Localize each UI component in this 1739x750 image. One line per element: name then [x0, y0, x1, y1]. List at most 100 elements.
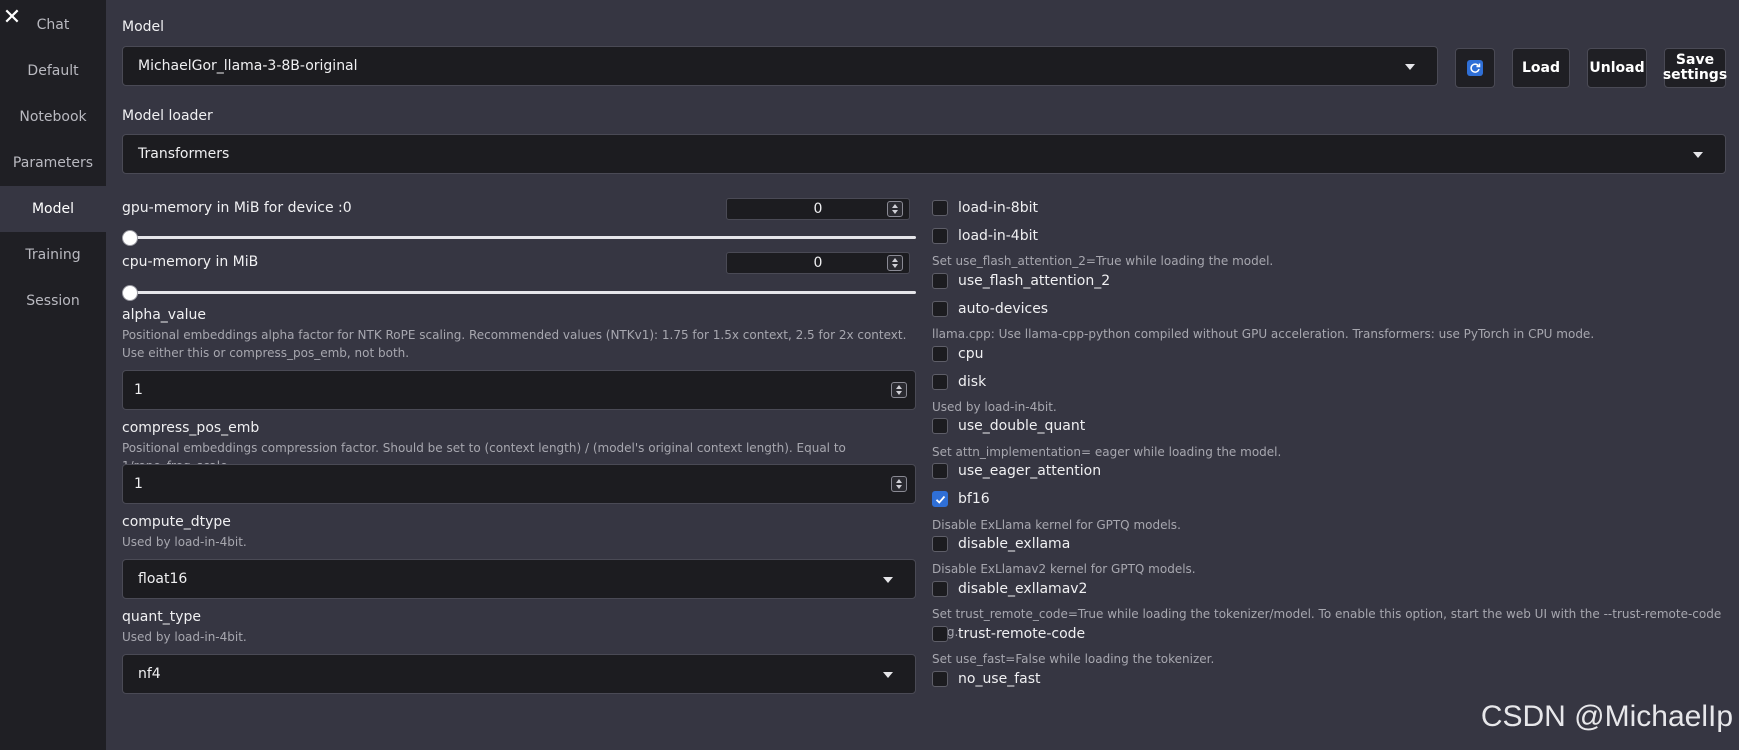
gpu-memory-slider-track[interactable] [122, 236, 916, 239]
checkbox-box[interactable] [932, 200, 948, 216]
quant-type-value: nf4 [138, 666, 161, 682]
bf16-checkbox[interactable]: bf16 [932, 490, 990, 508]
alpha-value-label: alpha_value [122, 307, 207, 323]
flash-attention-info: Set use_flash_attention_2=True while loa… [932, 254, 1274, 268]
checkbox-box[interactable] [932, 273, 948, 289]
checkmark-icon [935, 495, 945, 504]
cpu-memory-label: cpu-memory in MiB [122, 254, 259, 270]
compute-dtype-value: float16 [138, 571, 188, 587]
disable-exllamav2-checkbox[interactable]: disable_exllamav2 [932, 580, 1087, 598]
quant-type-label: quant_type [122, 609, 201, 625]
model-selected-value: MichaelGor_llama-3-8B-original [138, 58, 358, 74]
model-loader-label: Model loader [122, 108, 213, 124]
model-label: Model [122, 19, 165, 35]
gpu-memory-input[interactable]: 0 [726, 198, 910, 220]
checkbox-box[interactable] [932, 626, 948, 642]
cpu-memory-stepper[interactable] [887, 255, 903, 271]
sidebar-item-chat[interactable]: Chat [0, 2, 106, 48]
model-loader-value: Transformers [138, 146, 230, 162]
cpu-info: llama.cpp: Use llama-cpp-python compiled… [932, 327, 1595, 341]
cpu-label: cpu [958, 346, 984, 362]
disk-label: disk [958, 374, 987, 390]
sidebar: ✕ Chat Default Notebook Parameters Model… [0, 0, 106, 750]
no-use-fast-info: Set use_fast=False while loading the tok… [932, 652, 1215, 666]
checkbox-box[interactable] [932, 463, 948, 479]
chevron-down-icon [883, 577, 893, 583]
chevron-down-icon [1693, 152, 1703, 158]
quant-type-dropdown[interactable]: nf4 [122, 654, 916, 694]
gpu-memory-stepper[interactable] [887, 201, 903, 217]
use-flash-attention-2-label: use_flash_attention_2 [958, 273, 1111, 289]
refresh-button[interactable] [1455, 48, 1495, 88]
gpu-memory-value: 0 [813, 201, 823, 217]
alpha-value-value: 1 [134, 382, 143, 398]
no-use-fast-label: no_use_fast [958, 671, 1041, 687]
cpu-memory-value: 0 [813, 255, 823, 271]
sidebar-nav: Chat Default Notebook Parameters Model T… [0, 2, 106, 324]
gpu-memory-slider-thumb[interactable] [122, 230, 138, 246]
compress-pos-emb-label: compress_pos_emb [122, 420, 260, 436]
checkbox-box[interactable] [932, 418, 948, 434]
checkbox-box[interactable] [932, 671, 948, 687]
compress-pos-emb-stepper[interactable] [891, 476, 907, 492]
load-in-4bit-label: load-in-4bit [958, 228, 1038, 244]
save-settings-label-2: settings [1662, 67, 1728, 83]
sidebar-item-training[interactable]: Training [0, 232, 106, 278]
trust-remote-code-checkbox[interactable]: trust-remote-code [932, 625, 1085, 643]
use-flash-attention-2-checkbox[interactable]: use_flash_attention_2 [932, 272, 1110, 290]
disk-checkbox[interactable]: disk [932, 373, 986, 391]
alpha-value-input[interactable]: 1 [122, 370, 916, 410]
cpu-memory-slider-track[interactable] [122, 291, 916, 294]
compute-dtype-dropdown[interactable]: float16 [122, 559, 916, 599]
use-double-quant-checkbox[interactable]: use_double_quant [932, 417, 1085, 435]
unload-button[interactable]: Unload [1587, 48, 1647, 88]
use-eager-attention-label: use_eager_attention [958, 463, 1102, 479]
sidebar-item-session[interactable]: Session [0, 278, 106, 324]
sidebar-item-notebook[interactable]: Notebook [0, 94, 106, 140]
load-in-8bit-label: load-in-8bit [958, 200, 1038, 216]
save-settings-button[interactable]: Save settings [1662, 48, 1728, 88]
checkbox-box[interactable] [932, 228, 948, 244]
auto-devices-checkbox[interactable]: auto-devices [932, 300, 1048, 318]
checkbox-box[interactable] [932, 581, 948, 597]
chevron-down-icon [883, 672, 893, 678]
sidebar-item-default[interactable]: Default [0, 48, 106, 94]
quant-type-info: Used by load-in-4bit. [122, 630, 247, 644]
sidebar-item-parameters[interactable]: Parameters [0, 140, 106, 186]
exllamav2-info: Disable ExLlamav2 kernel for GPTQ models… [932, 562, 1196, 576]
compress-pos-emb-input[interactable]: 1 [122, 464, 916, 504]
load-in-8bit-checkbox[interactable]: load-in-8bit [932, 199, 1038, 217]
cpu-memory-input[interactable]: 0 [726, 252, 910, 274]
gpu-memory-label: gpu-memory in MiB for device :0 [122, 200, 352, 216]
use-eager-attention-checkbox[interactable]: use_eager_attention [932, 462, 1101, 480]
eager-attention-info: Set attn_implementation= eager while loa… [932, 445, 1282, 459]
checkbox-box[interactable] [932, 346, 948, 362]
checkbox-box-checked[interactable] [932, 491, 948, 507]
disable-exllama-checkbox[interactable]: disable_exllama [932, 535, 1070, 553]
disable-exllamav2-label: disable_exllamav2 [958, 581, 1088, 597]
save-settings-label-1: Save [1675, 52, 1715, 68]
double-quant-info: Used by load-in-4bit. [932, 400, 1057, 414]
checkbox-box[interactable] [932, 374, 948, 390]
model-dropdown[interactable]: MichaelGor_llama-3-8B-original [122, 46, 1438, 86]
no-use-fast-checkbox[interactable]: no_use_fast [932, 670, 1041, 688]
model-loader-dropdown[interactable]: Transformers [122, 134, 1726, 174]
watermark: CSDN @MichaelIp [1480, 700, 1733, 733]
checkbox-box[interactable] [932, 536, 948, 552]
cpu-memory-slider-thumb[interactable] [122, 285, 138, 301]
load-button[interactable]: Load [1512, 48, 1570, 88]
use-double-quant-label: use_double_quant [958, 418, 1086, 434]
refresh-icon [1467, 60, 1483, 76]
compute-dtype-label: compute_dtype [122, 514, 231, 530]
sidebar-item-model[interactable]: Model [0, 186, 106, 232]
compute-dtype-info: Used by load-in-4bit. [122, 535, 247, 549]
cpu-checkbox[interactable]: cpu [932, 345, 983, 363]
auto-devices-label: auto-devices [958, 301, 1049, 317]
checkbox-box[interactable] [932, 301, 948, 317]
exllama-info: Disable ExLlama kernel for GPTQ models. [932, 518, 1181, 532]
alpha-value-info: Positional embeddings alpha factor for N… [122, 328, 907, 360]
bf16-label: bf16 [958, 491, 990, 507]
disable-exllama-label: disable_exllama [958, 536, 1071, 552]
alpha-value-stepper[interactable] [891, 382, 907, 398]
load-in-4bit-checkbox[interactable]: load-in-4bit [932, 227, 1038, 245]
